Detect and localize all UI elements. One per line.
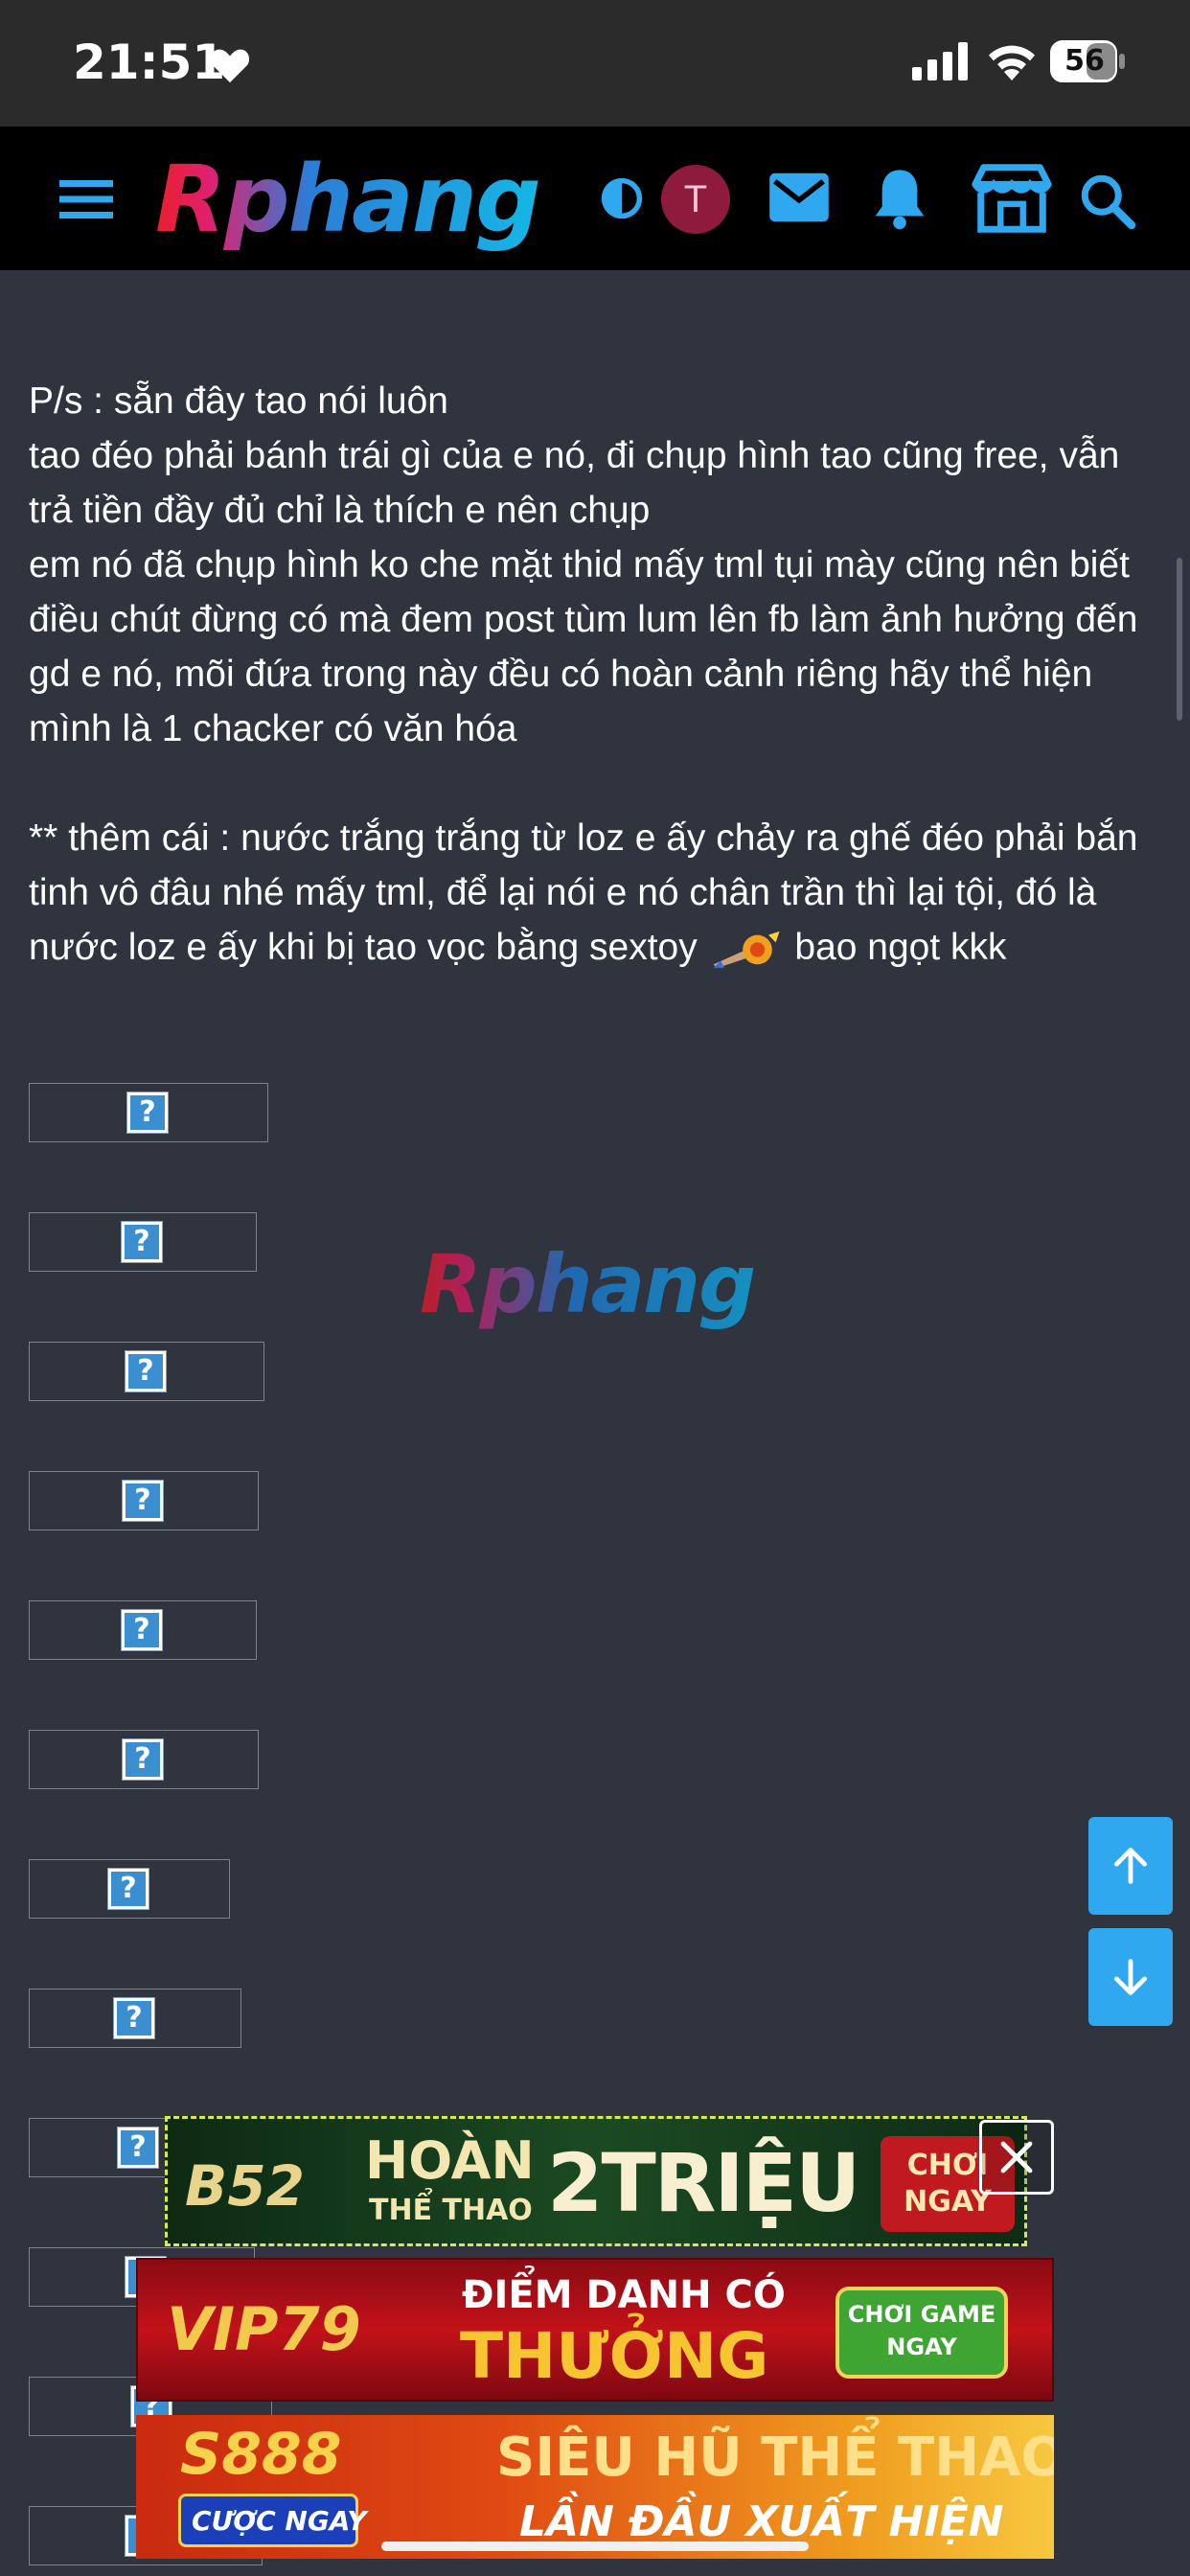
post-paragraph: P/s : sẵn đây tao nói luôn tao đéo phải …	[29, 380, 1138, 749]
broken-image[interactable]: ?	[29, 1212, 257, 1272]
post-note-text-end: bao ngọt kkk	[784, 927, 1007, 968]
post-body: P/s : sẵn đây tao nói luôn tao đéo phải …	[29, 374, 1159, 975]
menu-icon[interactable]	[56, 178, 117, 220]
ad-line1: ĐIỂM DANH CÓ	[462, 2273, 786, 2317]
status-time: 21:51	[73, 34, 226, 90]
broken-image[interactable]: ?	[29, 1342, 264, 1401]
page-scrollbar[interactable]	[1177, 558, 1182, 721]
status-bar: 21:51 56	[0, 0, 1190, 126]
ad-banner-b52[interactable]: B52 HOÀN THỂ THAO 2TRIỆU CHƠI NGAY	[165, 2116, 1027, 2246]
bell-icon[interactable]	[870, 165, 929, 232]
broken-image[interactable]: ?	[29, 1083, 268, 1142]
site-logo[interactable]: Rphang	[155, 151, 558, 247]
search-icon[interactable]	[1079, 172, 1136, 230]
home-indicator[interactable]	[381, 2542, 809, 2551]
top-navbar: Rphang T	[0, 126, 1190, 270]
broken-image[interactable]: ?	[29, 1859, 230, 1919]
broken-image-icon: ?	[117, 2127, 159, 2169]
ad-brand: VIP79	[167, 2294, 361, 2364]
avatar[interactable]: T	[661, 165, 730, 234]
ad-line1: HOÀN	[365, 2130, 535, 2191]
arrow-down-icon	[1113, 1959, 1148, 1995]
broken-image[interactable]: ?	[29, 1989, 241, 2048]
broken-image[interactable]: ?	[29, 1600, 257, 1660]
scroll-to-bottom-button[interactable]	[1088, 1928, 1173, 2026]
site-watermark: Rphang	[420, 1237, 756, 1331]
theme-toggle-icon[interactable]	[600, 176, 644, 220]
broken-image-icon: ?	[126, 1092, 169, 1134]
ad-line2: LẦN ĐẦU XUẤT HIỆN	[519, 2497, 1004, 2546]
ad-banner-vip79[interactable]: VIP79 ĐIỂM DANH CÓ THƯỞNG CHƠI GAME NGAY	[136, 2258, 1054, 2402]
broken-image-icon: ?	[122, 1480, 164, 1522]
ad-cta: CHƠI GAME NGAY	[847, 2301, 996, 2360]
scroll-to-top-button[interactable]	[1088, 1817, 1173, 1915]
ad-banner-s888[interactable]: S888 CƯỢC NGAY SIÊU HŨ THỂ THAO LẦN ĐẦU …	[136, 2415, 1054, 2559]
broken-image-icon: ?	[107, 1868, 149, 1910]
ad-brand: S888	[180, 2421, 342, 2488]
cellular-signal-icon	[912, 42, 968, 80]
broken-image[interactable]: ?	[29, 1730, 259, 1789]
broken-image-icon: ?	[122, 1738, 164, 1781]
post-note: ** thêm cái : nước trắng trắng từ loz e …	[29, 811, 1159, 975]
battery-level: 56	[1064, 44, 1105, 78]
close-icon	[1000, 2141, 1033, 2174]
broken-image[interactable]: ?	[29, 1471, 259, 1530]
mail-icon[interactable]	[767, 171, 832, 224]
arrow-up-icon	[1113, 1848, 1148, 1884]
wifi-icon	[989, 45, 1035, 80]
close-ad-button[interactable]	[979, 2120, 1054, 2195]
broken-image-icon: ?	[121, 1221, 163, 1263]
broken-image-icon: ?	[113, 1997, 155, 2039]
ad-cta: CƯỢC NGAY	[192, 2505, 367, 2537]
ad-amount: 2TRIỆU	[547, 2136, 860, 2230]
ad-line1: SIÊU HŨ THỂ THAO	[496, 2426, 1054, 2489]
sextoy-emoji-icon	[713, 931, 780, 968]
heart-icon	[210, 49, 250, 83]
broken-image-icon: ?	[121, 1609, 163, 1651]
ad-brand: B52	[185, 2153, 305, 2219]
ad-line2: THƯỞNG	[460, 2319, 769, 2393]
store-icon[interactable]	[970, 161, 1054, 236]
ad-line2: THỂ THAO	[369, 2194, 533, 2227]
broken-image-icon: ?	[125, 1350, 167, 1392]
